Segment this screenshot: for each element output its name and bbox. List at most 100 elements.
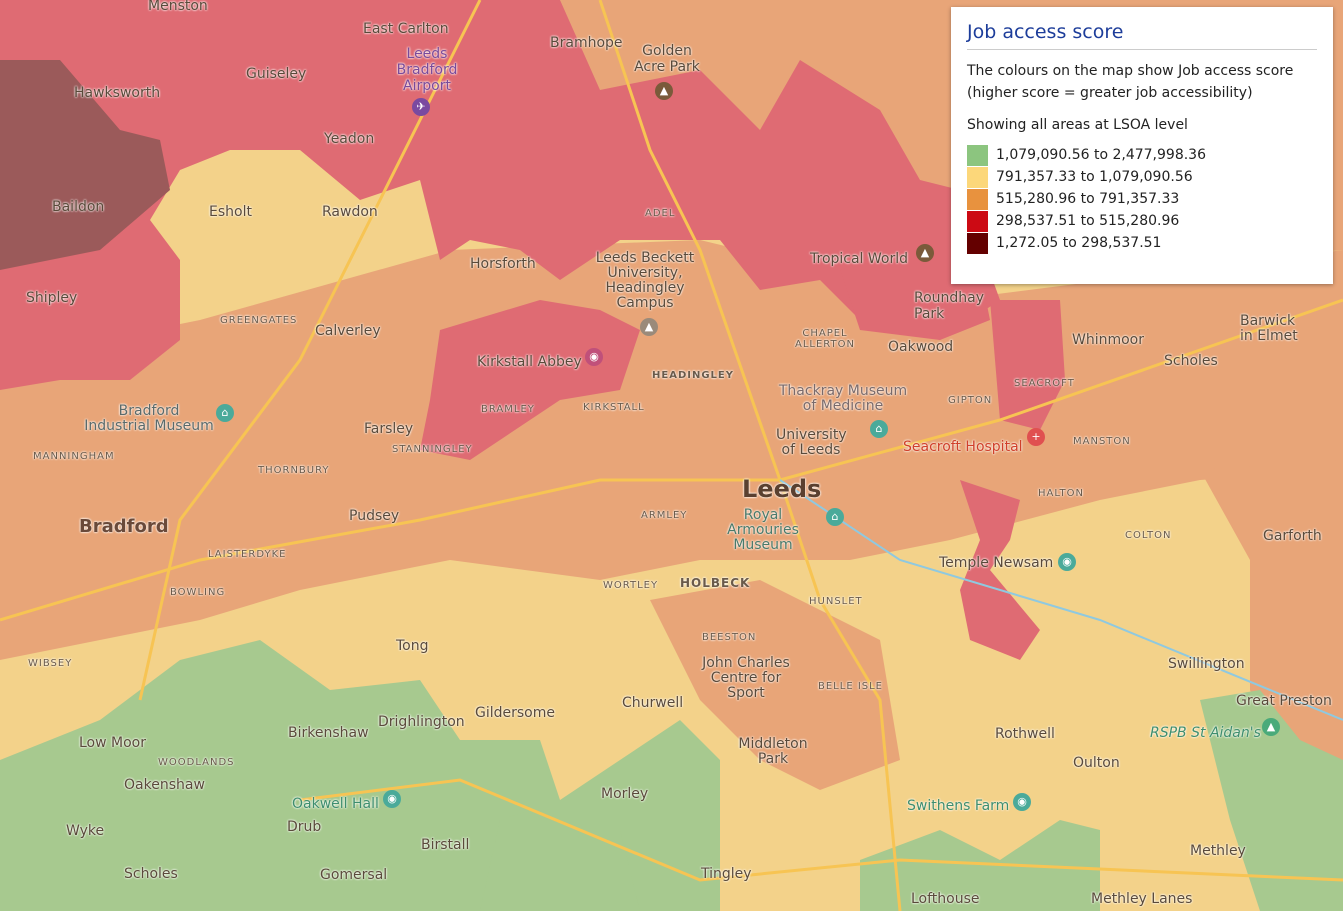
map-label: Thackray Museum of Medicine xyxy=(778,383,908,414)
map-label: Bradford Industrial Museum xyxy=(84,403,214,434)
map-label: THORNBURY xyxy=(258,465,330,476)
legend-description: The colours on the map show Job access s… xyxy=(967,63,1294,101)
camera-icon[interactable]: ◉ xyxy=(585,348,603,366)
attraction-icon[interactable]: ◉ xyxy=(383,790,401,808)
map-label: HOLBECK xyxy=(680,576,751,590)
map-label: Swillington xyxy=(1168,656,1245,672)
map-label: Kirkstall Abbey xyxy=(477,354,582,370)
map-label: Scholes xyxy=(124,866,178,882)
map-label: Oakenshaw xyxy=(124,777,205,793)
legend-label: 298,537.51 to 515,280.96 xyxy=(996,213,1180,229)
map-label: Farsley xyxy=(364,421,414,437)
map-label: University of Leeds xyxy=(776,427,847,458)
map-label: Menston xyxy=(148,0,208,14)
map-label: Rothwell xyxy=(995,726,1055,742)
map-label: ADEL xyxy=(645,208,676,219)
airport-icon[interactable]: ✈ xyxy=(412,98,430,116)
legend-level-note: Showing all areas at LSOA level xyxy=(967,117,1188,133)
map-label: Shipley xyxy=(26,290,78,306)
map-label: Oulton xyxy=(1073,755,1120,771)
museum-icon[interactable]: ⌂ xyxy=(826,508,844,526)
legend-row: 515,280.96 to 791,357.33 xyxy=(967,188,1317,210)
legend-label: 1,079,090.56 to 2,477,998.36 xyxy=(996,147,1206,163)
map-label: Seacroft Hospital xyxy=(903,439,1023,455)
map-label: LAISTERDYKE xyxy=(208,549,287,560)
museum-icon[interactable]: ⌂ xyxy=(216,404,234,422)
map-label: Hawksworth xyxy=(74,85,161,101)
legend-swatch xyxy=(967,232,988,254)
legend-swatch xyxy=(967,144,988,166)
map-label: MANNINGHAM xyxy=(33,451,115,462)
map-label: Rawdon xyxy=(322,204,378,220)
legend-swatch xyxy=(967,166,988,188)
map-label: Drub xyxy=(287,819,322,835)
nature-icon[interactable]: ▲ xyxy=(1262,718,1280,736)
map-label: Garforth xyxy=(1263,528,1322,544)
map-label: ARMLEY xyxy=(641,510,688,521)
museum-icon[interactable]: ⌂ xyxy=(870,420,888,438)
map-label: HUNSLET xyxy=(809,596,863,607)
map-label: Tingley xyxy=(701,866,752,882)
map-label: Gomersal xyxy=(320,867,388,883)
map-label: Low Moor xyxy=(79,735,146,751)
legend-label: 515,280.96 to 791,357.33 xyxy=(996,191,1180,207)
map-label: Royal Armouries Museum xyxy=(727,507,799,553)
map-label: GREENGATES xyxy=(220,315,298,326)
attraction-icon[interactable]: ◉ xyxy=(1058,553,1076,571)
map-label: Pudsey xyxy=(349,508,400,524)
map-label: Baildon xyxy=(52,199,105,215)
legend-row: 791,357.33 to 1,079,090.56 xyxy=(967,166,1317,188)
legend-panel: Job access score The colours on the map … xyxy=(951,7,1333,284)
park-pin-icon[interactable]: ▲ xyxy=(916,244,934,262)
attraction-icon[interactable]: ◉ xyxy=(1013,793,1031,811)
map-label: Methley xyxy=(1190,843,1246,859)
map-label: Oakwell Hall xyxy=(292,796,379,812)
map-label: BEESTON xyxy=(702,632,757,643)
map-label: SEACROFT xyxy=(1014,378,1075,389)
map-label: COLTON xyxy=(1125,530,1172,541)
legend-label: 1,272.05 to 298,537.51 xyxy=(996,235,1162,251)
legend-title: Job access score xyxy=(967,21,1317,50)
legend-label: 791,357.33 to 1,079,090.56 xyxy=(996,169,1193,185)
map-label: MANSTON xyxy=(1073,436,1131,447)
map-label: BELLE ISLE xyxy=(818,681,884,692)
map-label: CHAPEL ALLERTON xyxy=(795,328,855,350)
map-label: Methley Lanes xyxy=(1091,891,1193,907)
legend-row: 1,079,090.56 to 2,477,998.36 xyxy=(967,144,1317,166)
map-label: Tropical World xyxy=(810,251,909,267)
map-label: GIPTON xyxy=(948,395,993,406)
map-label: Lofthouse xyxy=(911,891,980,907)
legend-swatch xyxy=(967,188,988,210)
map-label: Temple Newsam xyxy=(939,555,1054,571)
map-label: Birkenshaw xyxy=(288,725,369,741)
map-label: Gildersome xyxy=(475,705,555,721)
map-label: Leeds Bradford Airport xyxy=(396,46,458,94)
map-label: Guiseley xyxy=(246,66,307,82)
map-label: Scholes xyxy=(1164,353,1218,369)
map-label: Esholt xyxy=(209,204,252,220)
park-pin-icon[interactable]: ▲ xyxy=(655,82,673,100)
map-label: Calverley xyxy=(315,323,381,339)
map-label: Oakwood xyxy=(888,339,954,355)
map-label: Roundhay Park xyxy=(914,290,985,322)
hospital-icon[interactable]: + xyxy=(1027,428,1045,446)
map-label: HEADINGLEY xyxy=(652,370,734,381)
map-label: Swithens Farm xyxy=(907,798,1010,814)
map-label: Horsforth xyxy=(470,256,536,272)
map-label: Great Preston xyxy=(1236,693,1332,709)
map-label: WORTLEY xyxy=(603,580,659,591)
university-icon[interactable]: ▲ xyxy=(640,318,658,336)
legend-swatch xyxy=(967,210,988,232)
map-label: STANNINGLEY xyxy=(392,444,473,455)
map-label: BRAMLEY xyxy=(481,404,535,415)
map-label: Barwick in Elmet xyxy=(1240,313,1298,344)
map-label: Drighlington xyxy=(378,714,465,730)
map-label: John Charles Centre for Sport xyxy=(702,655,790,701)
map-label: WIBSEY xyxy=(28,658,73,669)
map-label: Middleton Park xyxy=(738,736,808,767)
map-label: Leeds xyxy=(742,475,822,503)
map-label: Leeds Beckett University, Headingley Cam… xyxy=(595,250,695,311)
map-label: BOWLING xyxy=(170,587,226,598)
map-label: Yeadon xyxy=(324,131,375,147)
legend-row: 1,272.05 to 298,537.51 xyxy=(967,232,1317,254)
